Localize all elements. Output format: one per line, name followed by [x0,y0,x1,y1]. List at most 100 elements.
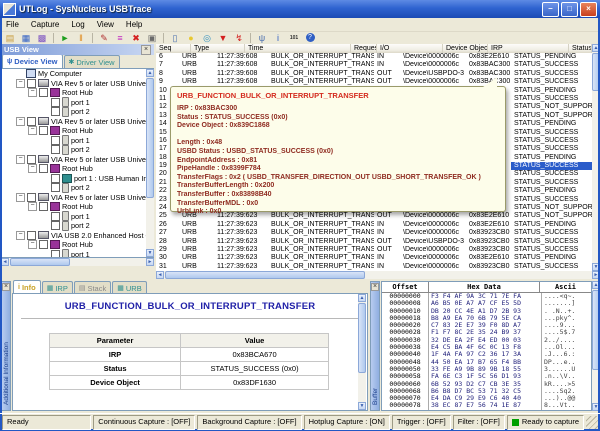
edit-log-icon[interactable]: ✎ [97,32,111,44]
devices-icon[interactable]: ψ [255,32,269,44]
help-icon[interactable]: ? [303,32,317,44]
tree-item[interactable]: − Root Hub [2,126,153,136]
tree-expand-icon[interactable]: − [28,240,37,249]
close-button[interactable]: × [580,2,597,17]
tree-checkbox[interactable] [27,231,36,240]
tree-expand-icon[interactable]: − [28,126,37,135]
menu-item[interactable]: Log [65,20,90,29]
grid-column-header[interactable]: Request [351,44,377,53]
tree-item[interactable]: − VIA Rev 5 or later USB Universal Host … [2,117,153,127]
table-row[interactable]: 29 URB 11:27:39:623 BULK_OR_INTERRUPT_TR… [156,246,592,254]
tree-checkbox[interactable] [51,212,60,221]
tree-checkbox[interactable] [51,98,60,107]
tree-checkbox[interactable] [39,88,48,97]
grid-column-header[interactable]: IRP [488,44,569,53]
toolbar-separator[interactable] [92,33,93,43]
table-row[interactable]: 27 URB 11:27:39:623 BULK_OR_INTERRUPT_TR… [156,229,592,237]
tree-item[interactable]: − port 2 [2,183,153,193]
tree-checkbox[interactable] [39,126,48,135]
menu-item[interactable]: File [0,20,25,29]
info-icon[interactable]: i [271,32,285,44]
tree-item[interactable]: − Root Hub [2,88,153,98]
save-log-icon[interactable]: ▦ [19,32,33,44]
scrollbar-thumb[interactable] [358,303,366,373]
minimize-button[interactable]: – [542,2,559,17]
toolbar-separator[interactable] [163,33,164,43]
tree-item[interactable]: − VIA Rev 5 or later USB Universal Host … [2,193,153,203]
menu-item[interactable]: Help [120,20,148,29]
export-log-icon[interactable]: ▩ [35,32,49,44]
scroll-right-icon[interactable]: ► [146,258,154,266]
tree-expand-icon[interactable]: − [16,117,25,126]
tree-checkbox[interactable] [51,174,60,183]
table-row[interactable]: 7 URB 11:27:39:608 BULK_OR_INTERRUPT_TRA… [156,61,592,69]
table-row[interactable]: 26 URB 11:27:39:623 BULK_OR_INTERRUPT_TR… [156,221,592,229]
grid-column-header[interactable]: I/O [377,44,443,53]
tree-item[interactable]: − port 1 [2,98,153,108]
info-vertical-scrollbar[interactable]: ▲ ▼ [358,294,366,410]
grid-column-header[interactable]: Device Object [443,44,488,53]
grid-column-header[interactable]: Type [191,44,245,53]
scroll-left-icon[interactable]: ◄ [1,258,9,266]
tree-checkbox[interactable] [51,250,60,258]
pause-capture-icon[interactable]: ‖ [74,32,88,44]
table-row[interactable]: 6 URB 11:27:39:608 BULK_OR_INTERRUPT_TRA… [156,53,592,61]
tree-item[interactable]: − Root Hub [2,164,153,174]
scrollbar-thumb[interactable] [146,78,154,198]
tree-checkbox[interactable] [27,117,36,126]
tree-checkbox[interactable] [51,107,60,116]
tree-item[interactable]: − port 1 [2,212,153,222]
scroll-left-icon[interactable]: ◄ [156,271,164,279]
grid-column-header[interactable]: Status [569,44,592,53]
tree-item[interactable]: − port 2 [2,107,153,117]
panel-close-icon[interactable]: × [371,283,379,291]
grid-column-header[interactable]: Time [245,44,351,53]
grid-column-header[interactable]: Seq [156,44,191,53]
tree-vertical-scrollbar[interactable]: ▲ ▼ [146,69,154,257]
scrollbar-thumb[interactable] [165,271,365,279]
panel-close-icon[interactable]: × [2,283,10,291]
tree-checkbox[interactable] [39,240,48,249]
menu-item[interactable]: View [91,20,120,29]
menu-item[interactable]: Capture [25,20,65,29]
log-options-icon[interactable]: ≡ [113,32,127,44]
tree-item[interactable]: − port 1 : USB Human Interface D [2,174,153,184]
table-row[interactable]: 31 URB 11:27:39:623 BULK_OR_INTERRUPT_TR… [156,263,592,271]
resize-grip[interactable] [586,416,598,429]
start-capture-icon[interactable]: ► [58,32,72,44]
clear-log-icon[interactable]: ✖ [129,32,143,44]
tree-checkbox[interactable] [39,164,48,173]
tree-item[interactable]: − Root Hub [2,240,153,250]
info-panel-tab[interactable]: iInfo [13,280,41,294]
trigger-icon[interactable]: ↯ [232,32,246,44]
tree-item[interactable]: − port 1 [2,136,153,146]
tree-checkbox[interactable] [27,193,36,202]
tree-checkbox[interactable] [51,145,60,154]
tree-item[interactable]: − Root Hub [2,202,153,212]
tree-expand-icon[interactable]: − [28,88,37,97]
tree-checkbox[interactable] [27,79,36,88]
usb-view-tab[interactable]: ✱Driver View [64,55,120,68]
scroll-down-icon[interactable]: ▼ [358,402,366,410]
raw-view-icon[interactable]: ▯ [168,32,182,44]
binary-view-icon[interactable]: 101 [287,32,301,44]
tree-checkbox[interactable] [51,183,60,192]
table-row[interactable]: 8 URB 11:27:39:608 BULK_OR_INTERRUPT_TRA… [156,70,592,78]
usb-view-close-icon[interactable]: × [141,45,151,55]
toolbar-separator[interactable] [250,33,251,43]
tree-expand-icon[interactable]: − [16,193,25,202]
maximize-button[interactable]: □ [561,2,578,17]
tree-expand-icon[interactable]: − [16,79,25,88]
scroll-down-icon[interactable]: ▼ [146,249,154,257]
tree-checkbox[interactable] [27,155,36,164]
toolbar-separator[interactable] [53,33,54,43]
tree-expand-icon[interactable]: − [28,164,37,173]
tree-checkbox[interactable] [39,202,48,211]
tree-item[interactable]: − port 2 [2,221,153,231]
tree-item[interactable]: − VIA USB 2.0 Enhanced Host Controller [2,231,153,241]
scroll-up-icon[interactable]: ▲ [146,69,154,77]
tree-expand-icon[interactable]: − [28,202,37,211]
tree-horizontal-scrollbar[interactable]: ◄ ► [1,258,154,266]
tree-checkbox[interactable] [51,221,60,230]
tree-item[interactable]: − VIA Rev 5 or later USB Universal Host … [2,79,153,89]
